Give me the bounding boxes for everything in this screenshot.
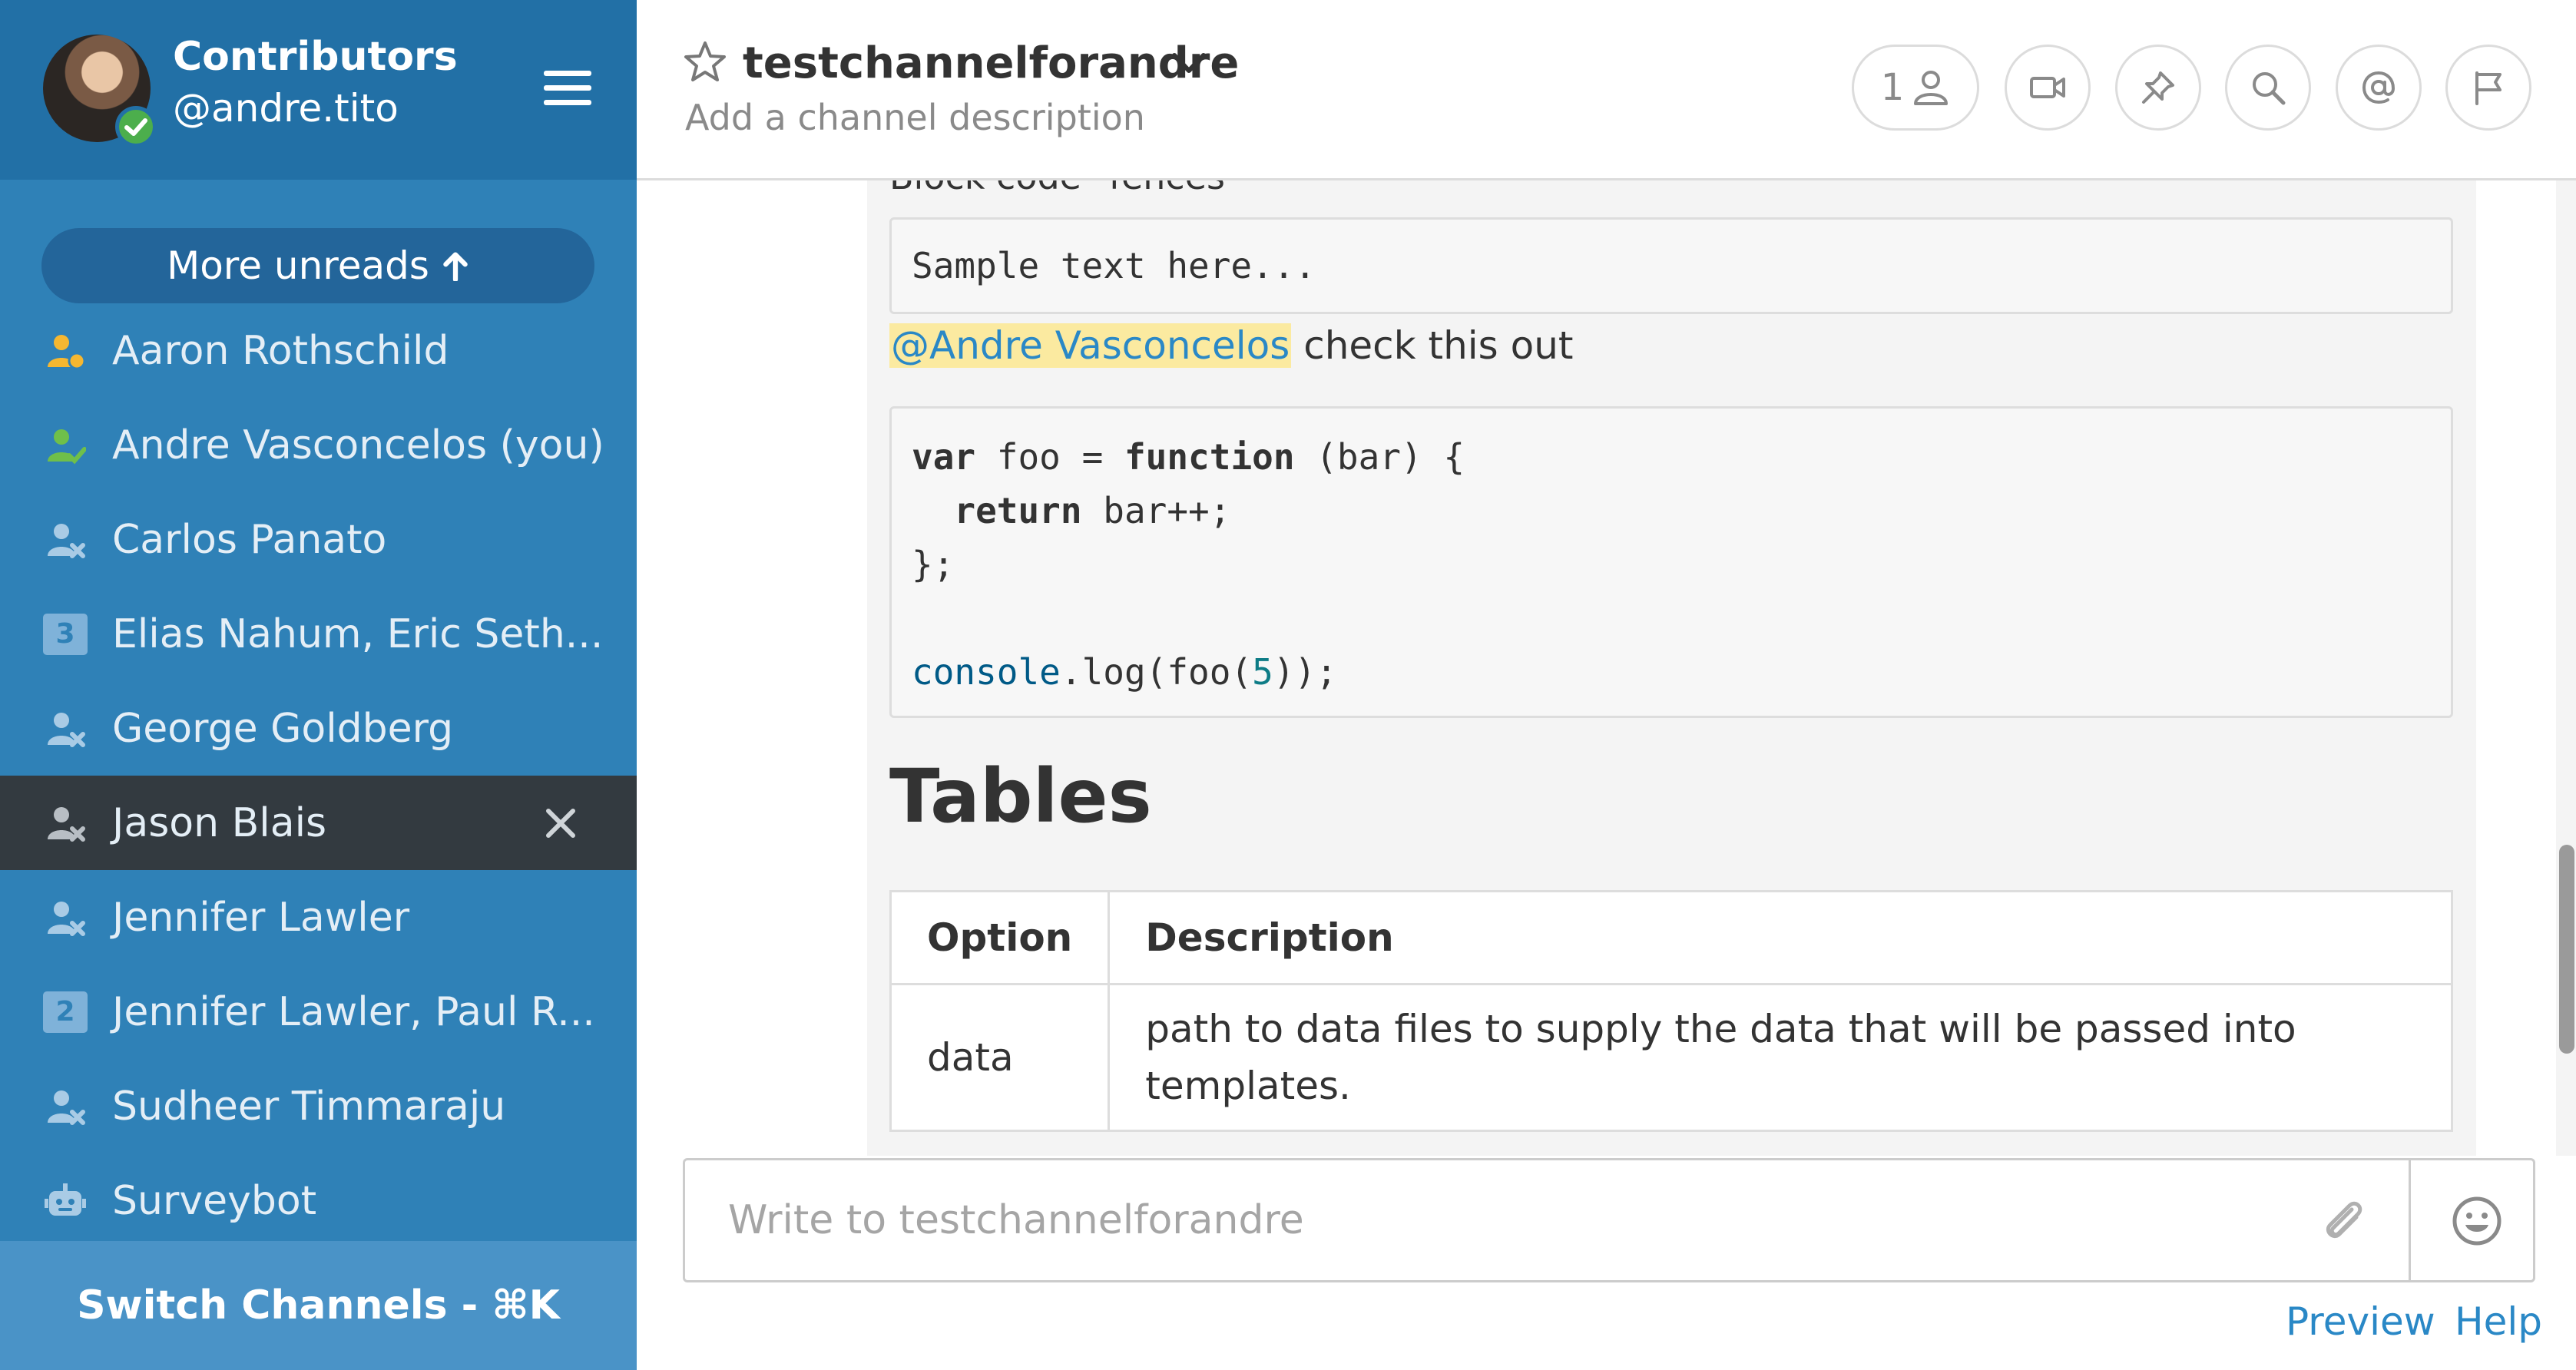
user-handle[interactable]: @andre.tito (173, 86, 399, 131)
code-block-javascript: var foo = function (bar) { return bar++;… (889, 406, 2453, 718)
sidebar-item-label: Aaron Rothschild (112, 327, 449, 374)
member-list-button[interactable]: 1 (1852, 45, 1979, 131)
more-unreads-button[interactable]: More unreads (41, 228, 594, 303)
switch-channels-button[interactable]: Switch Channels - ⌘K (0, 1241, 637, 1370)
code-text: Sample text here... (912, 245, 1316, 286)
preview-link[interactable]: Preview (2286, 1299, 2435, 1344)
sidebar-item-sudheer-timmaraju[interactable]: Sudheer Timmaraju (0, 1059, 637, 1153)
flagged-posts-button[interactable] (2445, 45, 2531, 131)
post-list[interactable]: Block code "fences" Sample text here... … (637, 180, 2576, 1156)
channel-name[interactable]: testchannelforandre (743, 38, 1239, 88)
pinned-posts-button[interactable] (2115, 45, 2201, 131)
sidebar-item-label: Andre Vasconcelos (you) (112, 422, 604, 468)
message-text: check this out (1291, 323, 1574, 368)
emoji-icon[interactable] (2450, 1194, 2504, 1248)
sidebar-item-label: Sudheer Timmaraju (112, 1083, 506, 1130)
channel-description[interactable]: Add a channel description (685, 97, 1145, 138)
sidebar-header: Contributors @andre.tito (0, 0, 637, 180)
sidebar-item-andre-vasconcelos[interactable]: Andre Vasconcelos (you) (0, 398, 637, 492)
user-mention[interactable]: @Andre Vasconcelos (889, 323, 1292, 368)
message-composer (683, 1158, 2535, 1282)
message-input[interactable] (685, 1160, 2283, 1280)
direct-messages-list: Aaron Rothschild Andre Vasconcelos (you)… (0, 303, 637, 1248)
code-line: }; (912, 544, 955, 585)
column-header: Option (889, 890, 1111, 985)
offline-user-icon (48, 806, 85, 842)
chevron-down-icon[interactable] (1170, 48, 1208, 78)
online-user-icon (48, 429, 86, 464)
offline-user-icon (48, 1090, 85, 1125)
away-user-icon (48, 334, 86, 369)
markdown-table: Option Description data path to data fil… (889, 890, 2453, 1132)
hamburger-menu-icon[interactable] (544, 71, 591, 106)
paperclip-icon[interactable] (2318, 1196, 2372, 1249)
pin-icon (2142, 71, 2174, 104)
user-icon (1914, 71, 1949, 105)
table-header-row: Option Description (889, 890, 2453, 985)
mention-message: @Andre Vasconcelos check this out (889, 323, 1574, 368)
offline-user-icon (48, 523, 85, 558)
search-icon (2253, 72, 2286, 105)
arrow-up-icon (443, 252, 468, 281)
offline-user-icon (48, 712, 85, 747)
channel-header: testchannelforandre Add a channel descri… (637, 0, 2576, 180)
group-member-count-badge: 3 (43, 613, 88, 655)
table-cell: path to data files to supply the data th… (1108, 983, 2453, 1132)
sidebar-item-label: Jennifer Lawler (112, 894, 410, 941)
video-call-button[interactable] (2005, 45, 2091, 131)
scrollbar-thumb[interactable] (2559, 845, 2574, 1054)
search-button[interactable] (2225, 45, 2311, 131)
sidebar-item-surveybot[interactable]: Surveybot (0, 1153, 637, 1248)
table-cell: data (889, 983, 1111, 1132)
table-row: data path to data files to supply the da… (889, 983, 2453, 1132)
sidebar-item-label: Surveybot (112, 1177, 317, 1224)
sidebar-item-label: Carlos Panato (112, 516, 387, 563)
sidebar-item-label: Jennifer Lawler, Paul R... (112, 988, 595, 1035)
code-line: var foo = function (bar) { (912, 436, 1465, 478)
sidebar-item-jason-blais[interactable]: Jason Blais (0, 776, 637, 870)
video-camera-icon (2030, 77, 2065, 98)
more-unreads-label: More unreads (167, 243, 429, 288)
sidebar-item-group-elias-nahum[interactable]: 3 Elias Nahum, Eric Seth... (0, 587, 637, 681)
close-icon[interactable] (544, 806, 578, 840)
flag-icon (2475, 71, 2502, 105)
post: Block code "fences" Sample text here... … (867, 180, 2476, 1156)
post-heading: Block code "fences" (889, 180, 1241, 197)
sidebar-item-label: Elias Nahum, Eric Seth... (112, 611, 604, 657)
at-mention-icon (2362, 71, 2396, 104)
star-icon[interactable] (683, 40, 727, 84)
composer-divider (2409, 1160, 2411, 1280)
sidebar-item-group-jennifer-lawler[interactable]: 2 Jennifer Lawler, Paul R... (0, 965, 637, 1059)
code-line: return bar++; (954, 490, 1231, 531)
tables-heading: Tables (889, 753, 1152, 839)
sidebar-item-label: George Goldberg (112, 705, 454, 752)
sidebar-item-george-goldberg[interactable]: George Goldberg (0, 681, 637, 776)
bot-icon (45, 1183, 86, 1216)
offline-user-icon (48, 901, 85, 936)
member-count: 1 (1880, 66, 1905, 109)
code-line: console.log(foo(5)); (912, 651, 1337, 693)
sidebar: Contributors @andre.tito More unreads Aa… (0, 0, 637, 1370)
recent-mentions-button[interactable] (2336, 45, 2422, 131)
code-block: Sample text here... (889, 217, 2453, 314)
help-link[interactable]: Help (2455, 1299, 2542, 1344)
sidebar-item-carlos-panato[interactable]: Carlos Panato (0, 492, 637, 587)
online-status-icon (115, 106, 157, 147)
sidebar-item-jennifer-lawler[interactable]: Jennifer Lawler (0, 870, 637, 965)
team-name[interactable]: Contributors (173, 34, 458, 80)
column-header: Description (1108, 890, 2453, 985)
sidebar-item-label: Jason Blais (112, 799, 327, 846)
sidebar-item-aaron-rothschild[interactable]: Aaron Rothschild (0, 303, 637, 398)
group-member-count-badge: 2 (43, 991, 88, 1033)
